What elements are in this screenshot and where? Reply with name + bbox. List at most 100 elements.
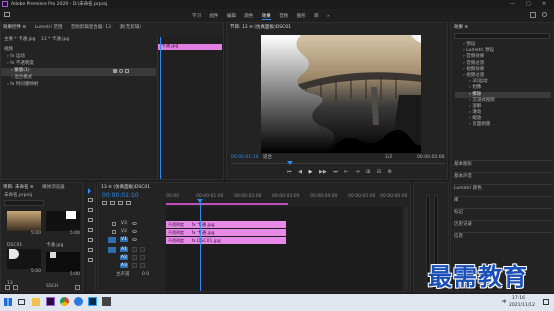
effect-row-time-remap[interactable]: › fx 时间重映射 [1,82,156,90]
tab-effect-controls[interactable]: 效果控件 ≡ [3,25,26,30]
section-markers[interactable]: 标记 [454,208,552,220]
project-item[interactable]: 卡通.jpg 5:00 [46,211,80,248]
trash-icon[interactable] [75,285,80,290]
selection-tool-icon[interactable] [88,188,91,194]
add-marker-icon[interactable] [118,201,123,205]
track-area[interactable]: 不透明度 fx 卡通.jpg 不透明度 fx 卡通.jpg 不透明度 fx DS… [166,199,402,291]
tab-project[interactable]: 项目: 未命名 ≡ [3,185,34,190]
home-icon[interactable] [4,12,10,17]
menu-color[interactable]: 颜色 [244,14,253,19]
taskbar-app-photoshop-icon[interactable] [88,297,97,306]
track-target-toggle[interactable]: V1 [120,237,128,242]
section-essential-graphics[interactable]: 基本图形 [454,160,552,172]
effect-clip-bar[interactable]: 卡通.jpg [158,44,222,50]
section-libraries[interactable]: 库 [454,196,552,208]
taskbar-app-generic-icon[interactable] [102,297,111,306]
share-icon[interactable] [530,12,536,18]
step-forward-icon[interactable]: ⏭ [333,169,338,175]
menu-learn[interactable]: 学习 [192,14,201,19]
track-lock-icon[interactable] [112,222,116,226]
windows-start-icon[interactable] [4,298,12,306]
menu-audio[interactable]: 音频 [279,14,288,19]
source-patch-a1[interactable] [108,247,116,253]
track-header-master[interactable]: 主声道 0.0 [98,272,166,280]
project-item[interactable]: SSCH 5:00 [46,243,80,289]
timeline-clip[interactable]: 不透明度 fx 卡通.jpg [166,229,286,236]
new-item-icon[interactable] [5,285,10,290]
play-icon[interactable]: ▶ [309,169,313,175]
mask-ellipse-icon[interactable] [119,69,123,73]
project-item[interactable]: 13 5:00 [7,243,41,286]
mute-button[interactable] [132,247,137,252]
program-tab[interactable]: 节目: 13 ≡ (仿真面板)DSC01 [230,25,291,30]
menu-assembly[interactable]: 组件 [209,14,218,19]
master-volume-value[interactable]: 0.0 [142,272,149,277]
effect-controls-mini-timeline[interactable]: 卡通.jpg [157,37,223,179]
mute-button[interactable] [132,263,137,268]
track-header-v1[interactable]: V1 [98,237,166,245]
solo-button[interactable] [140,263,145,268]
type-tool-icon[interactable] [88,258,93,262]
track-header-a3[interactable]: A3 [98,263,166,271]
mask-pen-icon[interactable] [113,69,117,73]
track-lock-icon[interactable] [112,230,116,234]
menu-libraries[interactable]: 库 [314,14,319,19]
back-one-frame-icon[interactable]: ◀ [298,169,302,175]
fit-dropdown[interactable]: 适合 [263,155,272,160]
timeline-tab[interactable]: 13 ≡ (仿真面板)DSC01 [101,185,150,190]
slip-tool-icon[interactable] [88,228,93,232]
track-target-toggle[interactable]: V3 [120,221,128,226]
timeline-clip[interactable]: 不透明度 fx DSC01.jpg [166,237,286,244]
taskbar-app-folder-icon[interactable] [32,298,40,306]
source-clip-label[interactable]: 主要 * 卡通.jpg [4,37,36,42]
program-playhead-icon[interactable] [287,161,293,165]
track-header-v2[interactable]: V2 [98,229,166,237]
track-header-a1[interactable]: A1 [98,247,166,255]
sequence-clip-label[interactable]: 13 * 卡通.jpg [41,37,69,42]
pen-tool-icon[interactable] [88,238,93,242]
wrench-icon[interactable] [126,201,131,205]
menu-graphics[interactable]: 图形 [297,14,306,19]
settings-icon[interactable]: ⚙ [388,169,392,175]
taskbar-app-premiere-icon[interactable] [46,297,55,306]
timeline-playhead-handle-icon[interactable] [197,199,203,203]
effects-item[interactable]: › 页面剥落 [455,122,551,128]
track-eye-icon[interactable] [132,230,137,233]
snap-icon[interactable] [102,201,107,205]
search-icon[interactable] [542,12,547,17]
solo-button[interactable] [140,255,145,260]
track-header-v3[interactable]: V3 [98,221,166,229]
project-item[interactable]: DSC01 5:00 [7,211,41,248]
lift-icon[interactable]: ⇤ [344,169,348,175]
track-eye-icon[interactable] [132,238,137,241]
track-select-tool-icon[interactable] [88,198,93,202]
close-button[interactable]: ✕ [542,1,546,7]
extract-icon[interactable]: ⇥ [355,169,359,175]
effects-search-input[interactable] [454,33,550,39]
razor-tool-icon[interactable] [88,218,93,222]
linked-selection-icon[interactable] [110,201,115,205]
effect-playhead[interactable] [160,37,161,179]
track-target-toggle[interactable]: A3 [120,263,128,268]
taskbar-app-chrome-icon[interactable] [60,297,69,306]
resolution-dropdown[interactable]: 1/2 [385,155,392,160]
source-patch-v1[interactable] [108,237,116,243]
work-area-bar[interactable] [166,203,288,205]
task-view-icon[interactable] [18,299,25,305]
track-header-a2[interactable]: A2 [98,255,166,263]
ripple-edit-tool-icon[interactable] [88,208,93,212]
compare-icon[interactable]: ⊟ [377,169,381,175]
notification-icon[interactable] [543,299,549,305]
mask-rect-icon[interactable] [125,69,129,73]
tab-audio-clip-mixer[interactable]: 音频剪辑混合器: 13 [71,25,111,30]
track-target-toggle[interactable]: A2 [120,255,128,260]
program-timecode-current[interactable]: 00:00:01:10 [231,155,258,160]
menu-effects[interactable]: 效果 [261,14,271,20]
hand-tool-icon[interactable] [88,248,93,252]
tab-media-browser[interactable]: 媒体浏览器 [42,185,65,190]
section-history[interactable]: 历史记录 [454,220,552,232]
mute-button[interactable] [132,255,137,260]
forward-one-frame-icon[interactable]: ▶▶ [319,169,327,175]
timeline-timecode[interactable]: 00:00:01:10 [102,193,139,199]
menu-more[interactable]: » [327,14,330,19]
